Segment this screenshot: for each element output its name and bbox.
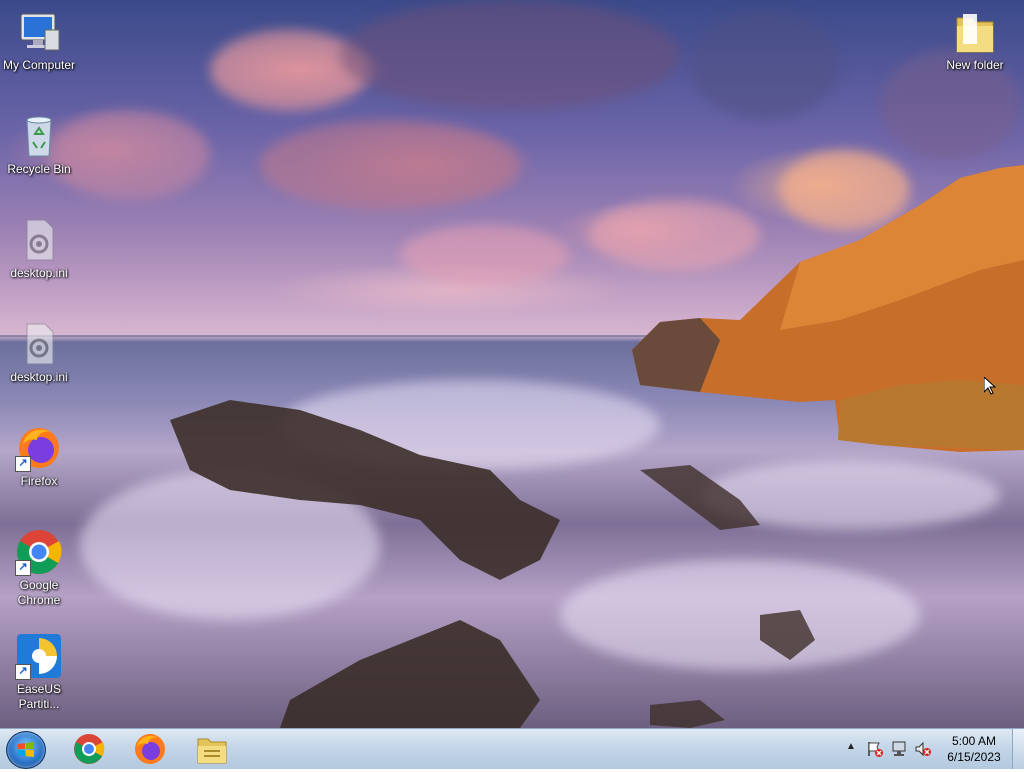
- folder-icon: [951, 8, 999, 56]
- rocks-and-cliff: [170, 165, 1024, 728]
- clock-date: 6/15/2023: [947, 750, 1001, 764]
- recycle-bin-icon: [15, 112, 63, 160]
- desktop-icon-google-chrome[interactable]: ↗ Google Chrome: [1, 528, 77, 608]
- show-hidden-icons-button[interactable]: ▲: [846, 741, 856, 752]
- taskbar-firefox-button[interactable]: [122, 731, 178, 767]
- chrome-icon: ↗: [15, 528, 63, 576]
- desktop-icon-my-computer[interactable]: My Computer: [1, 8, 77, 73]
- icon-label: Recycle Bin: [7, 162, 71, 176]
- windows-logo-icon: [18, 742, 34, 757]
- shortcut-arrow-icon: ↗: [15, 456, 31, 472]
- icon-label: Firefox: [20, 474, 58, 488]
- icon-label: New folder: [946, 58, 1004, 72]
- icon-label: desktop.ini: [10, 370, 68, 384]
- desktop-icon-recycle-bin[interactable]: Recycle Bin: [1, 112, 77, 177]
- network-icon[interactable]: [890, 740, 908, 758]
- file-explorer-icon: [197, 738, 227, 764]
- volume-muted-icon[interactable]: [914, 740, 932, 758]
- shortcut-arrow-icon: ↗: [15, 560, 31, 576]
- desktop-wallpaper[interactable]: My Computer Recycle Bin desktop.ini desk…: [0, 0, 1024, 728]
- icon-label: EaseUS Partiti...: [16, 682, 62, 711]
- firefox-icon: ↗: [15, 424, 63, 472]
- settings-file-icon: [15, 320, 63, 368]
- desktop-icon-new-folder[interactable]: New folder: [937, 8, 1013, 73]
- taskbar: ▲ 5:00 AM 6/15/2023: [0, 728, 1024, 769]
- chrome-icon: [74, 734, 105, 764]
- icon-label: desktop.ini: [10, 266, 68, 280]
- computer-icon: [15, 8, 63, 56]
- taskbar-clock[interactable]: 5:00 AM 6/15/2023: [938, 733, 1010, 765]
- system-tray: ▲: [842, 729, 934, 769]
- taskbar-chrome-button[interactable]: [61, 731, 117, 767]
- taskbar-file-explorer-button[interactable]: [184, 731, 240, 767]
- firefox-icon: [135, 734, 165, 764]
- desktop-icon-desktop-ini-1[interactable]: desktop.ini: [1, 216, 77, 281]
- show-desktop-button[interactable]: [1012, 729, 1024, 769]
- desktop-icon-easeus[interactable]: ↗ EaseUS Partiti...: [1, 632, 77, 712]
- clock-time: 5:00 AM: [951, 734, 997, 748]
- mouse-cursor-icon: [984, 377, 996, 395]
- settings-file-icon: [15, 216, 63, 264]
- desktop-icon-firefox[interactable]: ↗ Firefox: [1, 424, 77, 489]
- desktop-icon-desktop-ini-2[interactable]: desktop.ini: [1, 320, 77, 385]
- icon-label: My Computer: [2, 58, 76, 72]
- shortcut-arrow-icon: ↗: [15, 664, 31, 680]
- icon-label: Google Chrome: [17, 578, 61, 607]
- easeus-partition-icon: ↗: [15, 632, 63, 680]
- start-button[interactable]: [6, 731, 46, 769]
- action-center-flag-icon[interactable]: [866, 740, 884, 758]
